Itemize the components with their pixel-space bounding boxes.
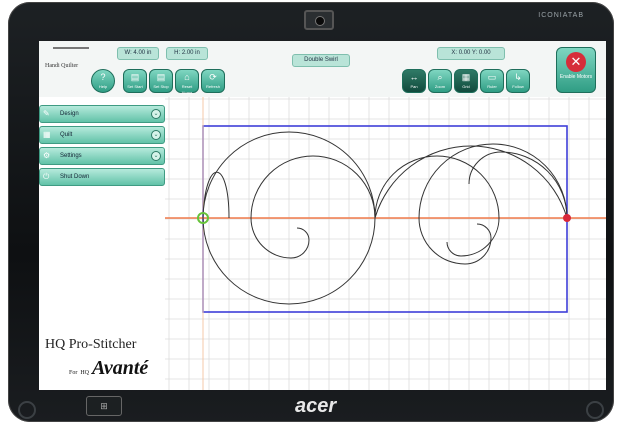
ruler-icon: ▭ — [487, 72, 497, 82]
refresh-icon: ⟳ — [209, 72, 217, 82]
question-icon: ? — [100, 72, 106, 82]
follow-icon: ↳ — [514, 72, 522, 82]
device-logo: acer — [295, 395, 337, 417]
chevron-down-icon: ⌄ — [151, 151, 161, 161]
follow-button[interactable]: ↳ Follow — [506, 69, 530, 93]
help-button[interactable]: ? Help — [91, 69, 115, 93]
quilt-icon: ▦ — [43, 130, 51, 139]
grid-icon: ▦ — [461, 72, 471, 82]
design-icon: ✎ — [43, 109, 50, 118]
wrench-icon: ⚙ — [43, 151, 51, 160]
sidebar-item-quilt[interactable]: ▦ Quilt ⌄ — [39, 126, 165, 144]
right-swirl — [418, 143, 568, 265]
toolbar: Handi Quilter ? Help W: 4.00 in H: 2.00 … — [39, 41, 606, 97]
pan-button[interactable]: ↔ Pan — [402, 69, 426, 93]
device-brand: ICONIATAB — [538, 12, 584, 19]
stop-icon: ▤ — [156, 72, 166, 82]
sidebar-item-settings[interactable]: ⚙ Settings ⌄ — [39, 147, 165, 165]
tablet-bezel: ICONIATAB ⊞ acer Handi Quilter ? Help W:… — [8, 2, 614, 422]
sidebar-item-design[interactable]: ✎ Design ⌄ — [39, 105, 165, 123]
enable-motors-button[interactable]: ✕ Enable Motors — [556, 47, 596, 93]
left-swirl — [250, 155, 376, 259]
machine-name: For HQ Avanté — [69, 357, 149, 379]
corner-button-left[interactable] — [18, 401, 36, 419]
start-icon: ▤ — [130, 72, 140, 82]
reset-home-button[interactable]: ⌂ Reset Home — [175, 69, 199, 95]
pattern-name: Double Swirl — [292, 54, 350, 67]
app-logo: Handi Quilter — [45, 63, 79, 69]
grid-button[interactable]: ▦ Grid — [454, 69, 478, 93]
chevron-down-icon: ⌄ — [151, 130, 161, 140]
app-screen: Handi Quilter ? Help W: 4.00 in H: 2.00 … — [39, 41, 606, 390]
corner-button-right[interactable] — [586, 401, 604, 419]
pan-icon: ↔ — [409, 72, 419, 82]
windows-icon[interactable]: ⊞ — [86, 396, 122, 416]
divider — [53, 47, 89, 49]
power-icon: ⏻ — [43, 172, 50, 181]
sidebar-item-shut-down[interactable]: ⏻ Shut Down — [39, 168, 165, 186]
grid — [165, 97, 606, 390]
camera-icon — [304, 10, 334, 30]
zoom-button[interactable]: ⌕ Zoom — [428, 69, 452, 93]
end-point[interactable] — [563, 214, 571, 222]
motor-icon: ✕ — [566, 52, 586, 72]
zoom-icon: ⌕ — [437, 72, 443, 82]
width-readout: W: 4.00 in — [117, 47, 159, 60]
ruler-button[interactable]: ▭ Ruler — [480, 69, 504, 93]
set-stop-button[interactable]: ▤ Set Stop — [149, 69, 173, 93]
height-readout: H: 2.00 in — [166, 47, 208, 60]
home-icon: ⌂ — [184, 72, 190, 82]
product-branding: HQ Pro-Stitcher For HQ Avanté — [45, 337, 165, 380]
chevron-down-icon: ⌄ — [151, 109, 161, 119]
sidebar: ✎ Design ⌄ ▦ Quilt ⌄ ⚙ Settings ⌄ ⏻ Shut Down — [39, 105, 165, 189]
refresh-button[interactable]: ⟳ Refresh — [201, 69, 225, 93]
product-name: HQ Pro-Stitcher — [45, 337, 137, 352]
set-start-button[interactable]: ▤ Set Start — [123, 69, 147, 93]
coords-readout: X: 0.00 Y: 0.00 — [437, 47, 505, 60]
design-canvas[interactable] — [165, 97, 606, 390]
